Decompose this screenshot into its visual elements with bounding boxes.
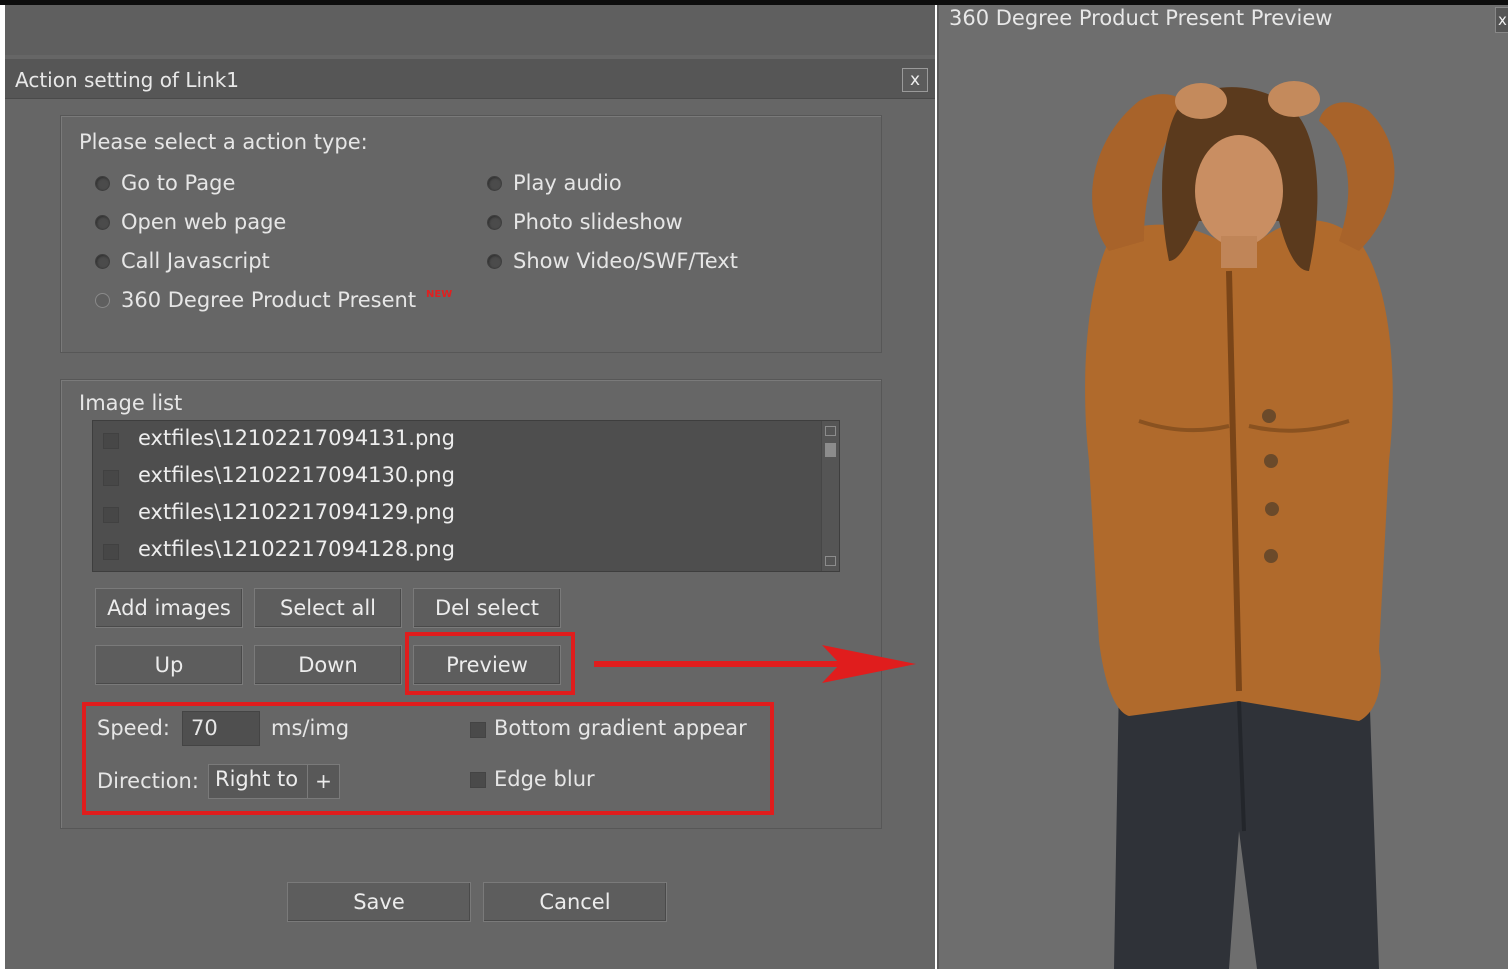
- list-item[interactable]: extfiles\12102217094130.png: [93, 458, 821, 494]
- radio-label-go-to-page: Go to Page: [121, 171, 236, 195]
- dialog-top-strip: [5, 5, 935, 55]
- radio-label-open-web-page: Open web page: [121, 210, 287, 234]
- bottom-gradient-checkbox[interactable]: [470, 722, 486, 738]
- list-item-checkbox[interactable]: [103, 507, 119, 523]
- list-item-filename: extfiles\12102217094129.png: [138, 500, 455, 524]
- list-item[interactable]: extfiles\12102217094131.png: [93, 421, 821, 457]
- select-all-button[interactable]: Select all: [254, 588, 402, 628]
- image-list-label: Image list: [79, 391, 183, 415]
- radio-label-show-video: Show Video/SWF/Text: [513, 249, 738, 273]
- save-button[interactable]: Save: [287, 882, 471, 922]
- bottom-gradient-label: Bottom gradient appear: [494, 716, 747, 740]
- speed-label: Speed:: [97, 716, 170, 740]
- direction-select[interactable]: Right to +: [208, 764, 340, 799]
- cancel-button[interactable]: Cancel: [483, 882, 667, 922]
- radio-360-product[interactable]: [95, 293, 110, 308]
- arrow-right-icon: [594, 645, 916, 683]
- list-item-filename: extfiles\12102217094128.png: [138, 537, 455, 561]
- direction-value: Right to: [215, 767, 299, 791]
- radio-call-javascript[interactable]: [95, 254, 110, 269]
- action-type-prompt: Please select a action type:: [79, 130, 368, 154]
- radio-go-to-page[interactable]: [95, 176, 110, 191]
- list-item-filename: extfiles\12102217094131.png: [138, 426, 455, 450]
- radio-play-audio[interactable]: [487, 176, 502, 191]
- close-button[interactable]: x: [902, 68, 928, 92]
- radio-photo-slideshow[interactable]: [487, 215, 502, 230]
- list-item[interactable]: extfiles\12102217094129.png: [93, 495, 821, 531]
- dialog-title: Action setting of Link1: [15, 68, 240, 92]
- list-item[interactable]: extfiles\12102217094128.png: [93, 532, 821, 568]
- list-scrollbar[interactable]: [821, 421, 839, 571]
- list-item-filename: extfiles\12102217094130.png: [138, 463, 455, 487]
- scroll-up-icon[interactable]: [825, 426, 836, 436]
- up-button[interactable]: Up: [95, 645, 243, 685]
- scroll-thumb[interactable]: [825, 443, 836, 457]
- preview-panel: 360 Degree Product Present Preview x: [937, 5, 1508, 969]
- radio-label-play-audio: Play audio: [513, 171, 622, 195]
- scroll-down-icon[interactable]: [825, 556, 836, 566]
- down-button[interactable]: Down: [254, 645, 402, 685]
- image-list[interactable]: extfiles\12102217094131.png extfiles\121…: [92, 420, 840, 572]
- del-select-button[interactable]: Del select: [413, 588, 561, 628]
- radio-label-360-product: 360 Degree Product Present: [121, 288, 417, 312]
- list-item-checkbox[interactable]: [103, 470, 119, 486]
- preview-title: 360 Degree Product Present Preview: [949, 6, 1333, 30]
- product-preview-image: [1085, 81, 1395, 969]
- direction-label: Direction:: [97, 769, 199, 793]
- edge-blur-checkbox[interactable]: [470, 772, 486, 788]
- speed-unit: ms/img: [271, 716, 350, 740]
- edge-blur-label: Edge blur: [494, 767, 595, 791]
- new-badge: NEW: [426, 289, 453, 300]
- radio-open-web-page[interactable]: [95, 215, 110, 230]
- dialog-titlebar: Action setting of Link1 x: [5, 59, 935, 99]
- list-item-checkbox[interactable]: [103, 433, 119, 449]
- radio-label-call-javascript: Call Javascript: [121, 249, 270, 273]
- action-setting-dialog: Action setting of Link1 x Please select …: [5, 5, 935, 969]
- preview-highlight-box: [405, 632, 575, 695]
- radio-show-video[interactable]: [487, 254, 502, 269]
- list-item-checkbox[interactable]: [103, 544, 119, 560]
- speed-input[interactable]: 70: [182, 711, 260, 746]
- add-images-button[interactable]: Add images: [95, 588, 243, 628]
- plus-icon[interactable]: +: [307, 765, 339, 798]
- radio-label-photo-slideshow: Photo slideshow: [513, 210, 683, 234]
- preview-close-button[interactable]: x: [1495, 7, 1508, 33]
